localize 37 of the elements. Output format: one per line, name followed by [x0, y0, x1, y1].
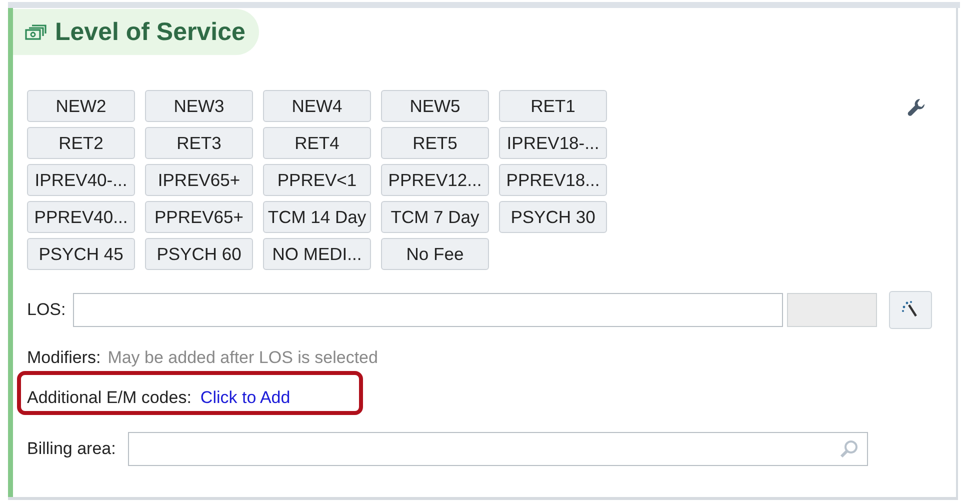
los-code-button[interactable]: NEW4 — [263, 90, 371, 122]
los-code-button[interactable]: NEW2 — [27, 90, 135, 122]
modifiers-label: Modifiers: — [27, 348, 101, 368]
los-code-button[interactable]: TCM 7 Day — [381, 201, 489, 233]
los-code-button[interactable]: PPREV65+ — [145, 201, 253, 233]
search-icon[interactable] — [838, 439, 859, 459]
magic-wand-button[interactable] — [888, 291, 932, 329]
los-code-button[interactable]: RET1 — [499, 90, 607, 122]
los-code-button[interactable]: PPREV18... — [499, 164, 607, 196]
panel-title: Level of Service — [55, 18, 246, 46]
billing-area-label: Billing area: — [27, 439, 116, 459]
click-to-add-link[interactable]: Click to Add — [200, 388, 290, 408]
los-code-button[interactable]: NO MEDI... — [263, 238, 371, 270]
los-code-button[interactable]: NEW5 — [381, 90, 489, 122]
los-code-button[interactable]: RET2 — [27, 127, 135, 159]
modifiers-hint: May be added after LOS is selected — [108, 348, 378, 368]
los-code-button[interactable]: RET4 — [263, 127, 371, 159]
los-input-field[interactable] — [72, 293, 783, 327]
los-code-button[interactable]: RET3 — [145, 127, 253, 159]
billing-area-field[interactable] — [128, 432, 868, 466]
los-code-button[interactable]: PSYCH 45 — [27, 238, 135, 270]
los-code-button[interactable]: IPREV40-... — [27, 164, 135, 196]
los-code-button[interactable]: PSYCH 30 — [499, 201, 607, 233]
los-label: LOS: — [27, 300, 66, 320]
los-code-button[interactable]: TCM 14 Day — [263, 201, 371, 233]
los-code-button[interactable]: IPREV18-... — [499, 127, 607, 159]
los-code-button[interactable]: PSYCH 60 — [145, 238, 253, 270]
los-code-button[interactable]: RET5 — [381, 127, 489, 159]
los-code-button[interactable]: PPREV40... — [27, 201, 135, 233]
los-code-button[interactable]: IPREV65+ — [145, 164, 253, 196]
additional-codes-label: Additional E/M codes: — [27, 388, 192, 408]
wrench-icon[interactable] — [907, 98, 927, 118]
money-icon — [25, 24, 47, 40]
los-code-button[interactable]: NEW3 — [145, 90, 253, 122]
los-code-button[interactable]: PPREV<1 — [263, 164, 371, 196]
los-code-button[interactable]: PPREV12... — [381, 164, 489, 196]
los-code-button[interactable]: No Fee — [381, 238, 489, 270]
